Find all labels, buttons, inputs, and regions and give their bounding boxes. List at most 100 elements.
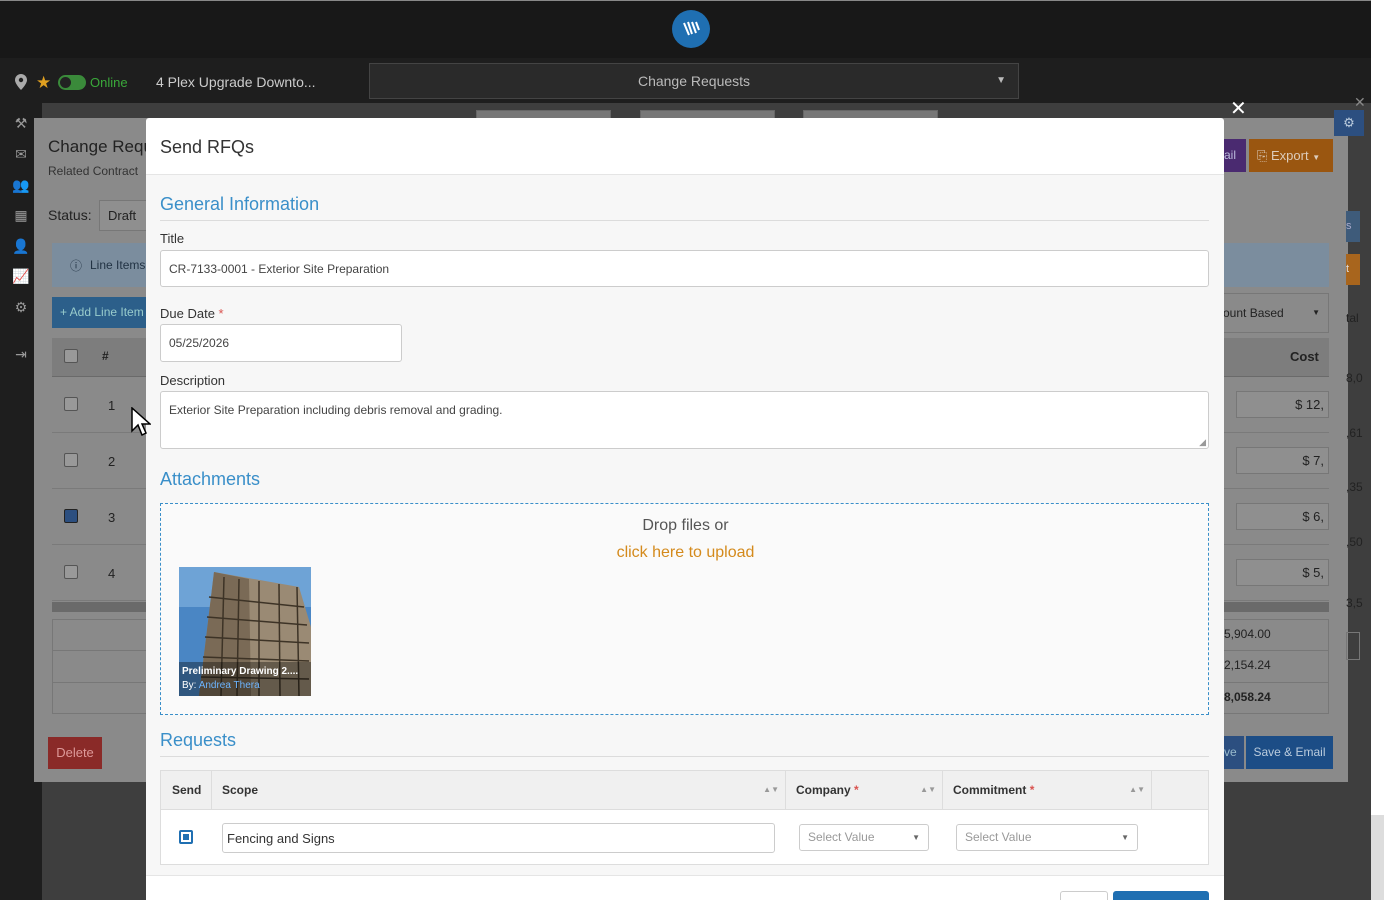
scope-value: Fencing and Signs [227, 830, 335, 846]
mouse-cursor-icon [131, 407, 151, 437]
cost-value: $ 7, [1302, 453, 1324, 468]
side-tab-label: s [1346, 220, 1352, 232]
attachment-author-link[interactable]: Andrea Thera [199, 680, 260, 691]
title-value: CR-7133-0001 - Exterior Site Preparation [169, 261, 390, 276]
col-commitment-header[interactable]: Commitment * ▲▼ [943, 771, 1152, 810]
select-all-checkbox[interactable] [64, 349, 78, 363]
company-select[interactable]: Select Value ▼ [799, 824, 929, 851]
drop-files-text: Drop files or [642, 517, 729, 534]
col-scope-label: Scope [222, 783, 259, 797]
file-dropzone[interactable]: Drop files or click here to upload Preli… [160, 503, 1209, 715]
email-button[interactable]: ail [1224, 139, 1246, 172]
col-scope-header[interactable]: Scope ▲▼ [212, 771, 786, 810]
attachment-thumbnail[interactable]: Preliminary Drawing 2.... By: Andrea The… [179, 567, 311, 696]
app-logo-icon[interactable] [672, 10, 710, 48]
sort-icon: ▲▼ [920, 785, 936, 794]
online-status: Online [90, 75, 128, 90]
page-scrollbar[interactable] [1371, 0, 1384, 900]
online-toggle[interactable] [58, 75, 86, 90]
row-checkbox[interactable] [64, 453, 78, 467]
col-company-header[interactable]: Company * ▲▼ [786, 771, 943, 810]
modal-title: Send RFQs [160, 137, 255, 157]
divider [160, 220, 1209, 221]
top-bar [0, 0, 1371, 58]
cost-value: $ 12, [1295, 397, 1324, 412]
delete-button[interactable]: Delete [48, 737, 102, 769]
export-button[interactable]: ⎘ Export ▼ [1249, 139, 1333, 172]
star-icon[interactable]: ★ [36, 73, 51, 93]
send-rfqs-modal: Send RFQs General Information Title CR-7… [146, 118, 1224, 900]
title-label: Title [160, 231, 185, 246]
col-num-header: # [102, 349, 109, 363]
side-tab-label: t [1346, 263, 1350, 275]
required-marker: * [1029, 783, 1035, 797]
email-label: ail [1224, 148, 1237, 162]
info-icon: ⓘ [70, 259, 83, 273]
col-commitment-label: Commitment [953, 783, 1027, 797]
description-textarea[interactable]: Exterior Site Preparation including debr… [160, 391, 1209, 449]
status-select[interactable]: Draft [99, 200, 149, 231]
send-button[interactable] [1113, 891, 1209, 900]
add-line-item-label: + Add Line Item [60, 305, 144, 319]
description-value: Exterior Site Preparation including debr… [169, 403, 503, 417]
export-label: Export [1271, 148, 1309, 163]
attachment-author: By: Andrea Thera [182, 680, 260, 691]
cost-input[interactable]: $ 12, [1236, 391, 1329, 418]
due-date-input[interactable]: 05/25/2026 [160, 324, 402, 362]
required-marker: * [854, 783, 859, 797]
side-box [1346, 632, 1360, 660]
save-label: ve [1224, 745, 1237, 759]
add-line-item-button[interactable]: + Add Line Item [52, 297, 152, 328]
col-send-header: Send [161, 771, 212, 810]
side-value: 3,5 [1346, 596, 1363, 610]
requests-table: Send Scope ▲▼ Company * ▲▼ Commitment * ▲▼ … [160, 770, 1209, 865]
upload-link[interactable]: click here to upload [161, 544, 1210, 562]
commitment-select[interactable]: Select Value ▼ [956, 824, 1138, 851]
card-title: Change Requ [48, 137, 153, 156]
save-button[interactable]: ve [1224, 736, 1244, 769]
chevron-down-icon: ▼ [996, 75, 1006, 86]
row-checkbox-checked[interactable] [64, 509, 78, 523]
side-value: ,50 [1346, 535, 1363, 549]
send-checkbox[interactable] [179, 830, 193, 844]
resize-handle-icon[interactable]: ◢ [1199, 437, 1206, 448]
modal-body: General Information Title CR-7133-0001 -… [146, 175, 1224, 875]
location-pin-icon[interactable] [15, 74, 27, 93]
cost-input[interactable]: $ 6, [1236, 503, 1329, 530]
settings-gear-icon[interactable]: ⚙ [1334, 110, 1364, 136]
side-tab[interactable]: s [1346, 211, 1360, 242]
info-tab-label[interactable]: Line Items [90, 258, 145, 272]
col-company-label: Company [796, 783, 851, 797]
project-name[interactable]: 4 Plex Upgrade Downto... [156, 74, 316, 90]
cost-input[interactable]: $ 5, [1236, 559, 1329, 586]
module-select[interactable]: Change Requests ▼ [369, 63, 1019, 99]
modal-close-icon[interactable]: ✕ [1230, 96, 1247, 121]
save-email-label: Save & Email [1253, 745, 1326, 759]
due-date-value: 05/25/2026 [169, 336, 230, 350]
cost-input[interactable]: $ 7, [1236, 447, 1329, 474]
row-number: 1 [108, 398, 116, 413]
side-tab-label: tal [1346, 311, 1359, 325]
attachment-by-label: By: [182, 680, 197, 691]
row-checkbox[interactable] [64, 397, 78, 411]
due-date-label-text: Due Date [160, 306, 215, 321]
row-number: 3 [108, 510, 116, 525]
title-input[interactable]: CR-7133-0001 - Exterior Site Preparation [160, 250, 1209, 287]
divider [160, 756, 1209, 757]
side-value: ,35 [1346, 480, 1363, 494]
scrollbar-thumb[interactable] [1371, 815, 1384, 900]
save-email-button[interactable]: Save & Email [1246, 736, 1333, 769]
commitment-select-value: Select Value [965, 830, 1032, 844]
bg-close-icon[interactable]: ✕ [1354, 94, 1366, 111]
attachments-heading: Attachments [160, 469, 261, 489]
cost-value: $ 5, [1302, 565, 1324, 580]
sort-icon: ▲▼ [1129, 785, 1145, 794]
side-tab[interactable]: t [1346, 254, 1360, 285]
row-checkbox[interactable] [64, 565, 78, 579]
attachment-name: Preliminary Drawing 2.... [182, 666, 299, 677]
scope-input[interactable]: Fencing and Signs [222, 823, 775, 853]
status-value: Draft [108, 208, 137, 223]
col-send-label: Send [172, 783, 202, 797]
cancel-button[interactable] [1060, 891, 1108, 900]
amount-based-select[interactable]: ount Based ▼ [1210, 293, 1329, 333]
